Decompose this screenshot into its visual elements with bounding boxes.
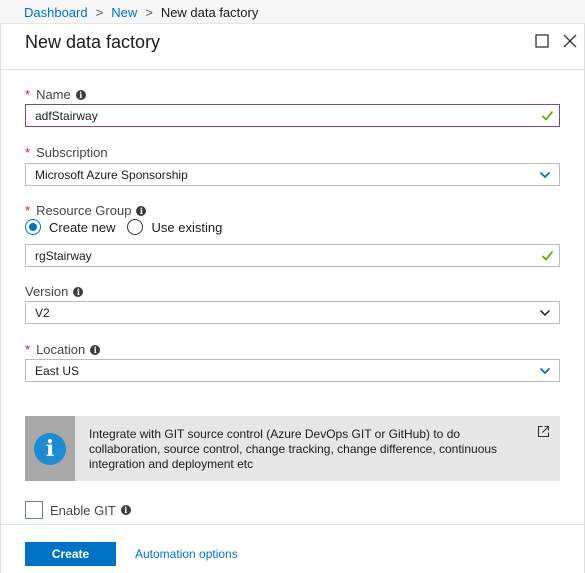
info-icon[interactable]: i <box>136 205 147 216</box>
info-icon-box: i <box>25 416 75 481</box>
required-asterisk: * <box>25 342 31 357</box>
version-label-text: Version <box>25 284 69 299</box>
git-info-panel: i Integrate with GIT source control (Azu… <box>25 416 560 481</box>
breadcrumb-separator: > <box>95 5 104 20</box>
location-dropdown[interactable]: East US <box>25 359 560 382</box>
radio-create-new-label: Create new <box>49 219 116 235</box>
title-divider <box>1 69 585 70</box>
name-label-text: Name <box>36 87 71 102</box>
resource-group-value: rgStairway <box>35 249 92 263</box>
subscription-dropdown[interactable]: Microsoft Azure Sponsorship <box>25 163 560 186</box>
info-icon[interactable]: i <box>120 505 131 515</box>
name-label: * Name i <box>25 87 86 102</box>
enable-git-row: Enable GIT i <box>25 501 131 519</box>
radio-create-new-control[interactable] <box>25 219 41 235</box>
subscription-label-text: Subscription <box>36 145 108 160</box>
name-input-value: adfStairway <box>35 109 98 123</box>
info-icon[interactable]: i <box>73 286 84 297</box>
info-icon: i <box>34 432 66 465</box>
version-dropdown[interactable]: V2 <box>25 301 560 324</box>
chevron-down-icon <box>539 171 551 179</box>
resource-group-label: * Resource Group i <box>25 203 147 218</box>
blade-title: New data factory <box>25 32 161 52</box>
resource-group-input[interactable]: rgStairway <box>25 244 560 267</box>
new-data-factory-blade: New data factory * Name i adfStairway * … <box>0 24 585 573</box>
enable-git-checkbox[interactable] <box>25 501 43 519</box>
close-icon[interactable] <box>561 32 579 50</box>
radio-use-existing-label: Use existing <box>151 219 223 235</box>
git-info-text: Integrate with GIT source control (Azure… <box>89 427 498 471</box>
subscription-label: * Subscription <box>25 145 108 160</box>
radio-create-new[interactable]: Create new <box>25 219 115 235</box>
resource-group-label-text: Resource Group <box>36 203 132 218</box>
name-input[interactable]: adfStairway <box>25 104 560 127</box>
location-label: * Location i <box>25 342 101 357</box>
breadcrumb-dashboard[interactable]: Dashboard <box>24 5 88 20</box>
version-value: V2 <box>35 306 50 320</box>
maximize-icon[interactable] <box>533 32 551 50</box>
version-label: Version i <box>25 284 84 299</box>
breadcrumb-new[interactable]: New <box>111 5 137 20</box>
breadcrumb: Dashboard > New > New data factory <box>0 0 585 24</box>
breadcrumb-separator: > <box>145 5 153 20</box>
enable-git-label: Enable GIT <box>50 502 116 518</box>
info-icon[interactable]: i <box>90 344 101 355</box>
required-asterisk: * <box>25 203 31 218</box>
resource-group-radio-group: Create new Use existing <box>25 219 234 235</box>
create-button[interactable]: Create <box>25 542 116 566</box>
footer-divider <box>1 524 585 525</box>
external-link-icon[interactable] <box>537 425 550 438</box>
chevron-down-icon <box>539 367 551 375</box>
required-asterisk: * <box>25 87 31 102</box>
info-icon[interactable]: i <box>75 89 86 100</box>
checkmark-icon <box>541 250 554 261</box>
location-label-text: Location <box>36 342 86 357</box>
location-value: East US <box>35 364 80 378</box>
radio-use-existing[interactable]: Use existing <box>127 219 222 235</box>
checkmark-icon <box>541 110 554 121</box>
automation-options-link[interactable]: Automation options <box>135 547 238 561</box>
breadcrumb-current: New data factory <box>160 5 259 20</box>
radio-use-existing-control[interactable] <box>127 219 144 235</box>
required-asterisk: * <box>25 145 31 160</box>
subscription-value: Microsoft Azure Sponsorship <box>35 168 188 182</box>
chevron-down-icon <box>539 309 551 317</box>
